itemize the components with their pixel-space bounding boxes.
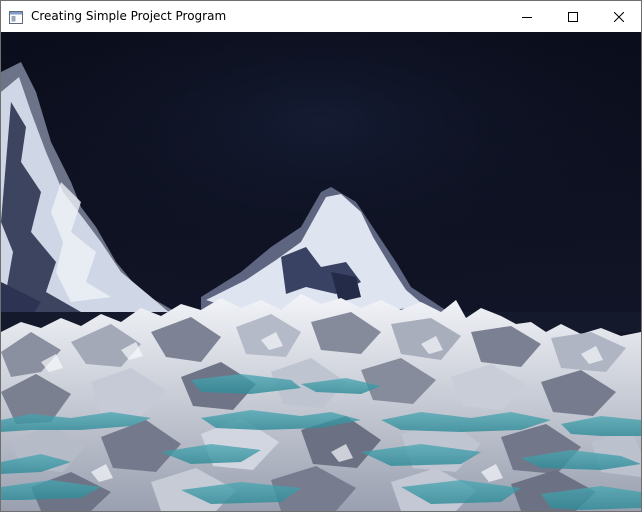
minimize-icon — [522, 12, 532, 22]
title-bar[interactable]: Creating Simple Project Program — [1, 1, 641, 32]
close-button[interactable] — [596, 1, 642, 32]
terrain-scene — [1, 32, 641, 511]
app-window-icon — [9, 9, 23, 24]
window-title: Creating Simple Project Program — [31, 9, 227, 23]
minimize-button[interactable] — [504, 1, 550, 32]
render-viewport[interactable] — [1, 32, 641, 511]
app-window: Creating Simple Project Program — [0, 0, 642, 512]
close-icon — [614, 11, 624, 22]
maximize-icon — [568, 11, 578, 22]
maximize-button[interactable] — [550, 1, 596, 32]
